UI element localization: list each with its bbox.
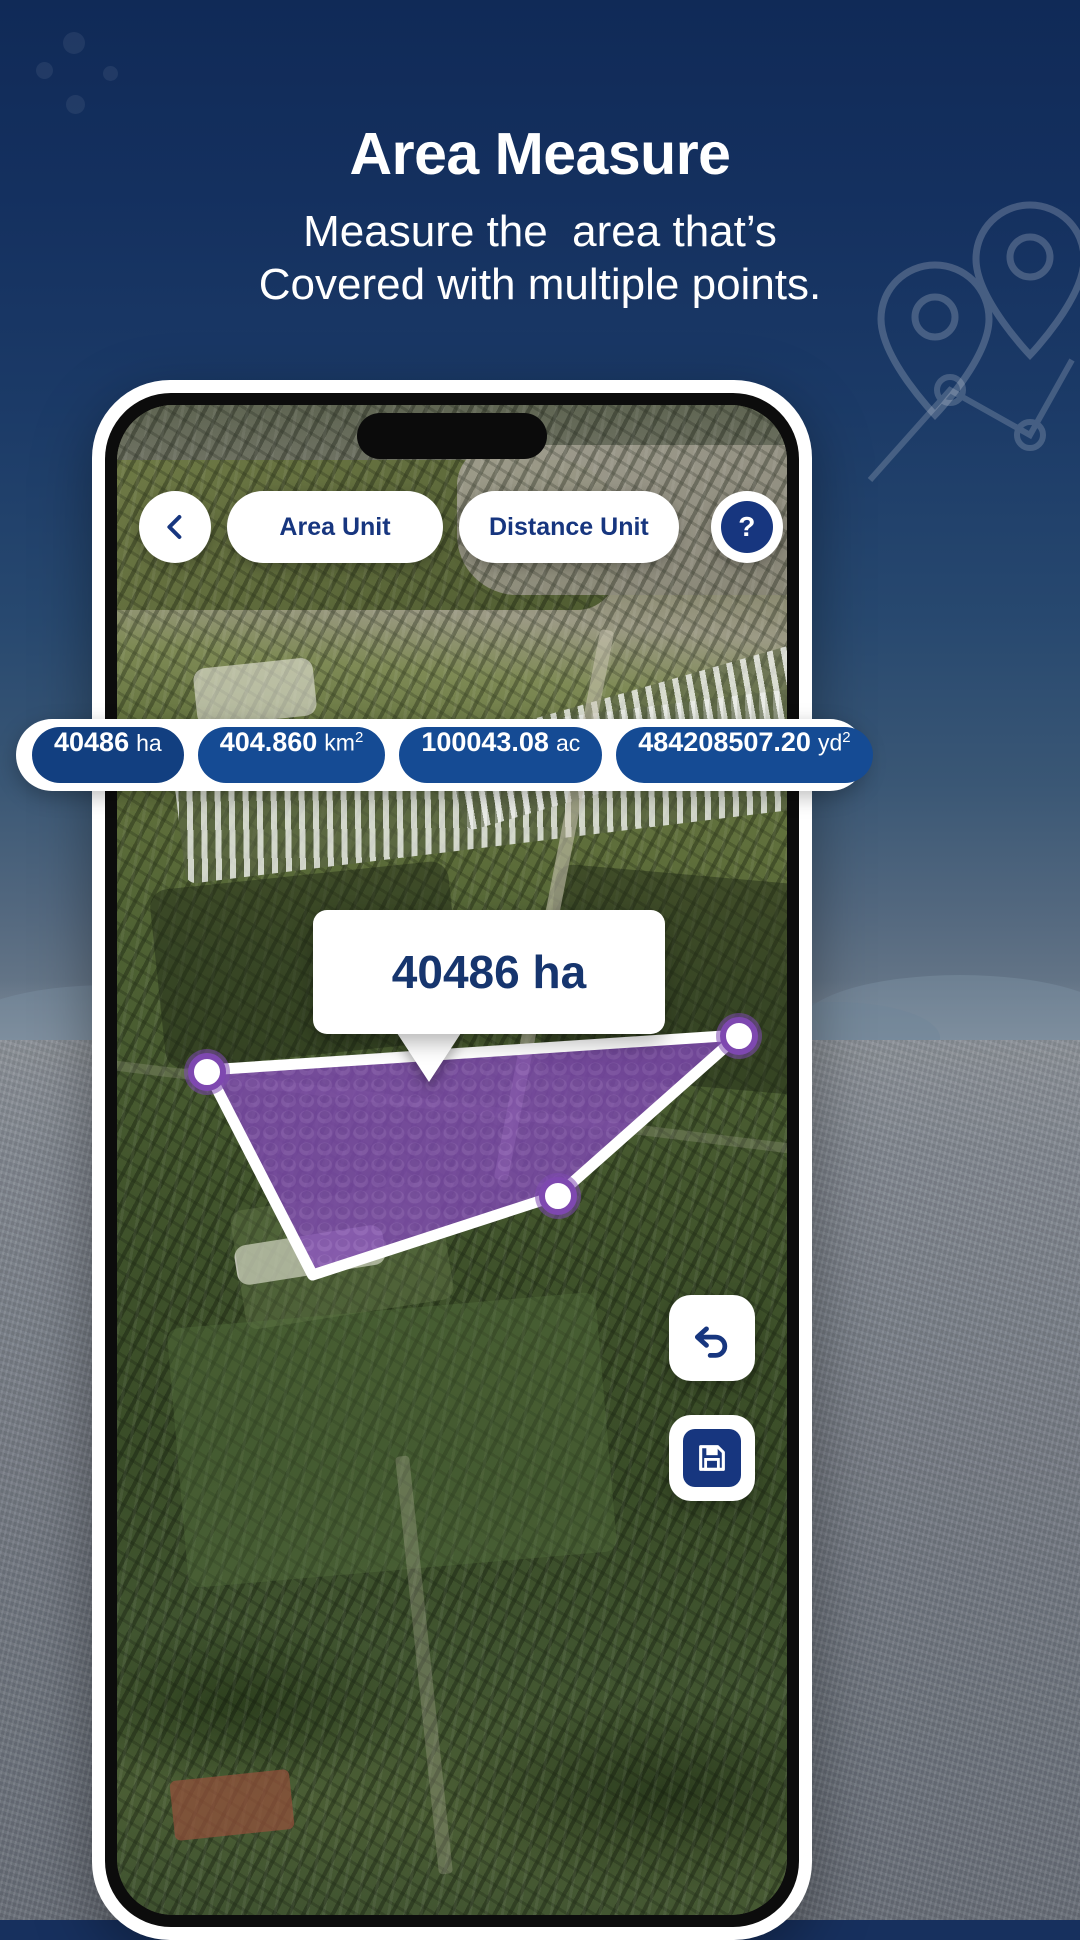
measurement-polygon-layer bbox=[117, 405, 787, 1915]
measurement-polygon bbox=[201, 1029, 745, 1281]
floppy-disk-icon bbox=[699, 1445, 725, 1471]
unit-chips-strip: 40486 ha 404.860 km2 100043.08 ac 484208… bbox=[16, 719, 873, 791]
unit-chip-value: 404.860 bbox=[219, 727, 318, 757]
unit-chip-square-kilometer[interactable]: 404.860 km2 bbox=[197, 727, 386, 783]
unit-chip-sup: 2 bbox=[842, 729, 851, 747]
unit-chip-value: 100043.08 bbox=[421, 727, 549, 757]
unit-chip-sup: 2 bbox=[354, 729, 364, 747]
map-toolbar: Area Unit Distance Unit ? bbox=[117, 491, 787, 563]
save-button[interactable] bbox=[669, 1415, 755, 1501]
page-subtitle: Measure the area that’s Covered with mul… bbox=[0, 206, 1080, 312]
decor-dot-icon bbox=[63, 32, 85, 54]
page-title: Area Measure bbox=[349, 121, 732, 187]
decor-dot-icon bbox=[66, 95, 85, 114]
page-subtitle-line-1: Measure the area that’s bbox=[303, 207, 777, 256]
callout-tail bbox=[395, 1030, 463, 1082]
polygon-svg bbox=[201, 1029, 745, 1281]
decor-network-icon bbox=[860, 330, 1080, 500]
phone-notch bbox=[357, 413, 547, 459]
chevron-left-icon bbox=[167, 515, 182, 539]
unit-chip-value: 40486 bbox=[54, 727, 130, 757]
undo-arrow-icon bbox=[694, 1326, 728, 1358]
distance-unit-button[interactable]: Distance Unit bbox=[459, 491, 679, 563]
polygon-vertex-handle[interactable] bbox=[184, 1049, 231, 1096]
unit-chip-hectare[interactable]: 40486 ha bbox=[32, 727, 184, 783]
question-mark-icon: ? bbox=[720, 501, 773, 553]
area-unit-button[interactable]: Area Unit bbox=[227, 491, 443, 563]
unit-chip-unit: yd2 bbox=[817, 729, 851, 756]
area-callout: 40486 ha bbox=[313, 910, 665, 1034]
unit-chip-square-yard[interactable]: 484208507.20 yd2 bbox=[616, 727, 873, 783]
phone-screen: Area Unit Distance Unit ? 40486 ha bbox=[117, 405, 787, 1915]
unit-chip-unit: ac bbox=[555, 730, 581, 756]
unit-chip-value: 484208507.20 bbox=[638, 727, 811, 757]
unit-chip-acre[interactable]: 100043.08 ac bbox=[399, 727, 603, 783]
area-callout-text: 40486 ha bbox=[391, 946, 587, 998]
decor-dot-icon bbox=[103, 66, 118, 81]
page-subtitle-line-2: Covered with multiple points. bbox=[258, 259, 822, 309]
polygon-vertex-handle[interactable] bbox=[534, 1173, 581, 1220]
polygon-vertex-handle[interactable] bbox=[715, 1013, 762, 1060]
decor-dot-icon bbox=[36, 62, 53, 79]
save-button-inner bbox=[683, 1429, 741, 1487]
back-button[interactable] bbox=[139, 491, 211, 563]
undo-button[interactable] bbox=[669, 1295, 755, 1381]
unit-chip-unit: ha bbox=[136, 730, 162, 756]
unit-chip-unit: km2 bbox=[324, 729, 364, 756]
phone-mockup: Area Unit Distance Unit ? 40486 ha bbox=[92, 380, 812, 1940]
help-button[interactable]: ? bbox=[710, 491, 783, 563]
phone-bezel: Area Unit Distance Unit ? 40486 ha bbox=[105, 393, 799, 1927]
